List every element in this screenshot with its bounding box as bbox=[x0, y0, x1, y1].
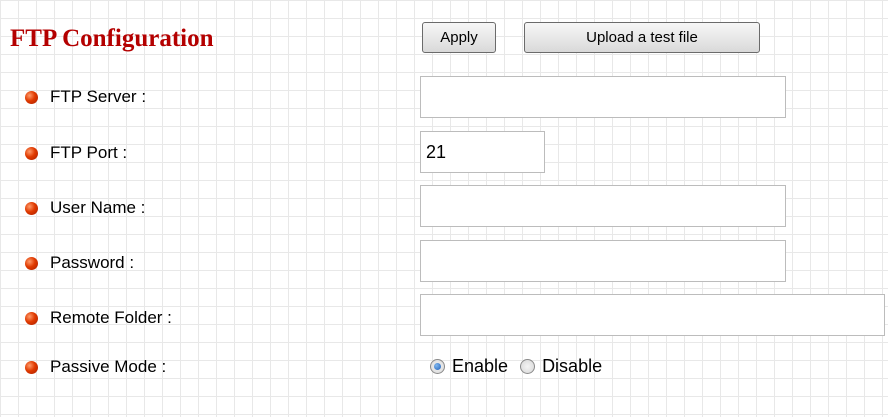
remote-folder-label: Remote Folder : bbox=[50, 308, 172, 327]
ftp-port-input[interactable] bbox=[420, 131, 545, 173]
passive-enable-radio[interactable] bbox=[430, 359, 445, 374]
user-name-label: User Name : bbox=[50, 198, 146, 217]
password-row: Password : bbox=[25, 251, 134, 275]
passive-mode-options: Enable Disable bbox=[430, 356, 614, 377]
ftp-port-label: FTP Port : bbox=[50, 143, 128, 162]
remote-folder-input[interactable] bbox=[420, 294, 885, 336]
bullet-icon bbox=[25, 90, 38, 104]
passive-mode-row: Passive Mode : bbox=[25, 355, 166, 379]
page-title: FTP Configuration bbox=[10, 25, 214, 52]
user-name-row: User Name : bbox=[25, 196, 145, 220]
upload-test-file-button[interactable]: Upload a test file bbox=[524, 22, 760, 53]
password-input[interactable] bbox=[420, 240, 786, 282]
ftp-server-label: FTP Server : bbox=[50, 87, 147, 106]
bullet-icon bbox=[25, 311, 38, 325]
passive-disable-radio[interactable] bbox=[520, 359, 536, 374]
bullet-icon bbox=[25, 256, 38, 270]
ftp-server-row: FTP Server : bbox=[25, 85, 146, 109]
ftp-port-row: FTP Port : bbox=[25, 141, 127, 165]
bullet-icon bbox=[25, 360, 38, 374]
passive-enable-label[interactable]: Enable bbox=[452, 356, 508, 377]
password-label: Password : bbox=[50, 253, 135, 272]
ftp-server-input[interactable] bbox=[420, 76, 786, 118]
passive-mode-label: Passive Mode : bbox=[50, 357, 167, 376]
bullet-icon bbox=[25, 201, 38, 215]
apply-button[interactable]: Apply bbox=[422, 22, 496, 53]
remote-folder-row: Remote Folder : bbox=[25, 306, 172, 330]
bullet-icon bbox=[25, 146, 38, 160]
user-name-input[interactable] bbox=[420, 185, 786, 227]
passive-disable-label[interactable]: Disable bbox=[542, 356, 602, 377]
